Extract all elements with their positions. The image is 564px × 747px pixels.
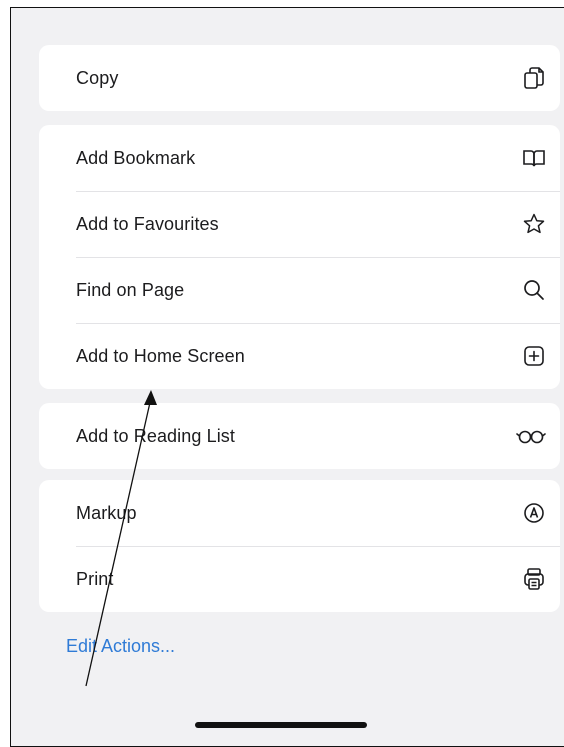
annotation-arrow — [85, 390, 157, 687]
